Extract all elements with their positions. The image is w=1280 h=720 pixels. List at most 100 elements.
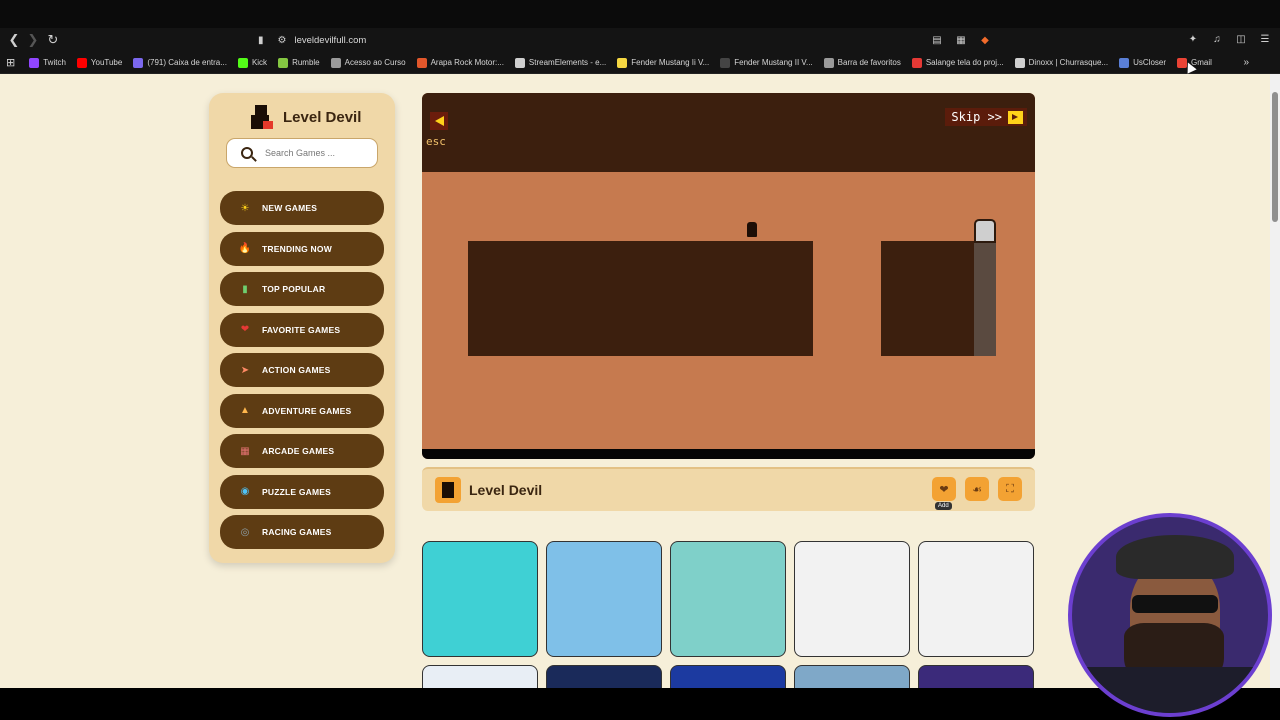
media-icon[interactable]: ♫ [1210, 32, 1224, 46]
game-icon [435, 477, 461, 503]
bookmark-favicon-icon [76, 57, 87, 68]
bookmark-item[interactable]: Barra de favoritos [823, 57, 901, 68]
menu-item-action-games[interactable]: ➤ ACTION GAMES [220, 353, 384, 387]
extensions-icon[interactable]: ✦ [1186, 32, 1200, 46]
brave-shield-icon[interactable]: ◆ [978, 33, 992, 47]
platform-left [468, 241, 813, 356]
menu-item-label: TRENDING NOW [262, 243, 332, 254]
rocket-icon: ➤ [240, 364, 250, 376]
bookmark-favicon-icon [1119, 57, 1130, 68]
bookmark-label: Salange tela do proj... [925, 58, 1004, 67]
skip-button[interactable]: Skip >> [945, 108, 1027, 126]
game-title: Level Devil [469, 482, 543, 498]
bookmark-item[interactable]: Rumble [278, 57, 320, 68]
search-input[interactable] [265, 148, 365, 158]
menu-item-arcade-games[interactable]: ▦ ARCADE GAMES [220, 434, 384, 468]
menu-item-label: ACTION GAMES [262, 365, 331, 375]
search-box[interactable] [226, 138, 378, 168]
bookmark-label: StreamElements - e... [528, 58, 607, 67]
search-icon[interactable] [241, 147, 253, 159]
bookmark-item[interactable]: Fender Mustang II V... [720, 57, 813, 68]
menu-item-trending-now[interactable]: 🔥 TRENDING NOW [220, 231, 384, 266]
bookmark-favicon-icon [720, 57, 731, 68]
address-bar-row: ❮ ❯ ↻ ▮ ⚙ leveldevilfull.com ▤ ▦ ◆ ✦ ♫ ◫… [0, 28, 1280, 52]
share-button[interactable]: ☙ [965, 477, 989, 501]
door-column [974, 241, 996, 356]
reload-icon[interactable]: ↻ [43, 30, 63, 50]
bookmark-label: Arapa Rock Motor:... [430, 58, 504, 67]
play-icon [1008, 110, 1023, 124]
game-thumbnail-vex6[interactable] [670, 541, 786, 657]
game-header-area [422, 93, 1035, 172]
game-thumbnail-basketball-game[interactable] [422, 541, 538, 657]
favorite-button[interactable]: ❤ [932, 477, 956, 501]
bookmark-item[interactable]: Kick [237, 57, 268, 68]
translate-icon[interactable]: ▤ [930, 33, 944, 47]
menu-item-new-games[interactable]: ☀ NEW GAMES [220, 191, 384, 225]
bookmark-favicon-icon [278, 57, 289, 68]
bookmark-label: Barra de favoritos [837, 58, 901, 67]
heart-icon: ❤ [939, 483, 949, 496]
game-canvas[interactable]: esc Skip >> [422, 93, 1035, 459]
reader-icon[interactable]: ▦ [954, 33, 968, 47]
menu-item-top-popular[interactable]: ▮ TOP POPULAR [220, 272, 384, 306]
bookmarks-bar: ⊞ Twitch YouTube (791) Caixa de entra... Ki… [0, 52, 1280, 74]
bookmark-item[interactable]: UsCloser [1119, 57, 1166, 68]
menu-item-racing-games[interactable]: ◎ RACING GAMES [220, 515, 384, 549]
bookmark-item[interactable]: (791) Caixa de entra... [133, 57, 227, 68]
url-text[interactable]: leveldevilfull.com [294, 35, 366, 46]
game-thumbnail-vex5[interactable] [794, 541, 910, 657]
bookmark-item[interactable]: Dinoxx | Churrasque... [1014, 57, 1108, 68]
game-footer-area [422, 449, 1035, 459]
bookmark-label: (791) Caixa de entra... [147, 58, 227, 67]
site-logo[interactable]: Level Devil [249, 103, 361, 131]
back-button[interactable] [430, 112, 448, 130]
esc-label: esc [426, 135, 446, 148]
bookmark-label: Twitch [43, 58, 66, 67]
menu-icon[interactable]: ☰ [1258, 32, 1272, 46]
exit-door [974, 219, 996, 243]
bookmark-item[interactable]: Arapa Rock Motor:... [416, 57, 504, 68]
menu-item-label: ARCADE GAMES [262, 446, 335, 456]
bookmark-icon[interactable]: ▮ [258, 35, 264, 46]
window-titlebar [0, 0, 1280, 28]
game-thumbnail-row2[interactable] [794, 665, 910, 688]
fullscreen-icon: ⛶ [1006, 482, 1014, 495]
bookmark-item[interactable]: YouTube [76, 57, 122, 68]
bookmark-item[interactable]: Salange tela do proj... [911, 57, 1004, 68]
game-thumbnail-getting-over-it[interactable] [546, 541, 662, 657]
menu-item-label: NEW GAMES [262, 203, 318, 213]
game-thumbnail-vex4[interactable] [918, 541, 1034, 657]
game-thumbnail-row2[interactable] [918, 665, 1034, 688]
menu-item-label: RACING GAMES [262, 527, 332, 537]
bookmark-item[interactable]: Fender Mustang Ii V... [617, 57, 709, 68]
site-info-icon[interactable]: ⚙ [278, 35, 287, 46]
menu-item-puzzle-games[interactable]: ◉ PUZZLE GAMES [220, 474, 384, 509]
back-arrow-icon[interactable]: ❮ [4, 30, 24, 50]
game-thumbnail-row2[interactable] [546, 665, 662, 688]
bookmark-label: Kick [251, 58, 268, 67]
menu-item-label: TOP POPULAR [262, 284, 326, 294]
share-icon: ☙ [972, 483, 982, 496]
scrollbar-thumb[interactable] [1272, 92, 1278, 222]
sidebar-toggle-icon[interactable]: ◫ [1234, 32, 1248, 46]
fullscreen-button[interactable]: ⛶ [998, 477, 1022, 501]
heart-icon: ❤ [240, 324, 250, 335]
bookmark-item[interactable]: Twitch [29, 57, 66, 68]
bookmark-favicon-icon [133, 57, 144, 68]
category-menu: ☀ NEW GAMES 🔥 TRENDING NOW ▮ TOP POPULAR ❤ FAVO… [220, 191, 384, 556]
forward-arrow-icon[interactable]: ❯ [23, 30, 43, 50]
game-thumbnail-row2[interactable] [670, 665, 786, 688]
menu-item-adventure-games[interactable]: ▲ ADVENTURE GAMES [220, 393, 384, 428]
bookmark-item[interactable]: StreamElements - e... [514, 57, 607, 68]
menu-item-favorite-games[interactable]: ❤ FAVORITE GAMES [220, 312, 384, 347]
bookmark-favicon-icon [29, 57, 40, 68]
more-bookmarks-icon[interactable]: » [1243, 57, 1249, 68]
address-bar[interactable]: ▮ ⚙ leveldevilfull.com [258, 30, 1008, 50]
apps-grid-icon[interactable]: ⊞ [6, 56, 15, 69]
bookmark-item[interactable]: Acesso ao Curso [330, 57, 406, 68]
tent-icon: ▲ [240, 405, 250, 416]
bookmark-favicon-icon [1014, 57, 1025, 68]
menu-item-label: FAVORITE GAMES [262, 324, 341, 335]
game-thumbnail-row2[interactable] [422, 665, 538, 688]
